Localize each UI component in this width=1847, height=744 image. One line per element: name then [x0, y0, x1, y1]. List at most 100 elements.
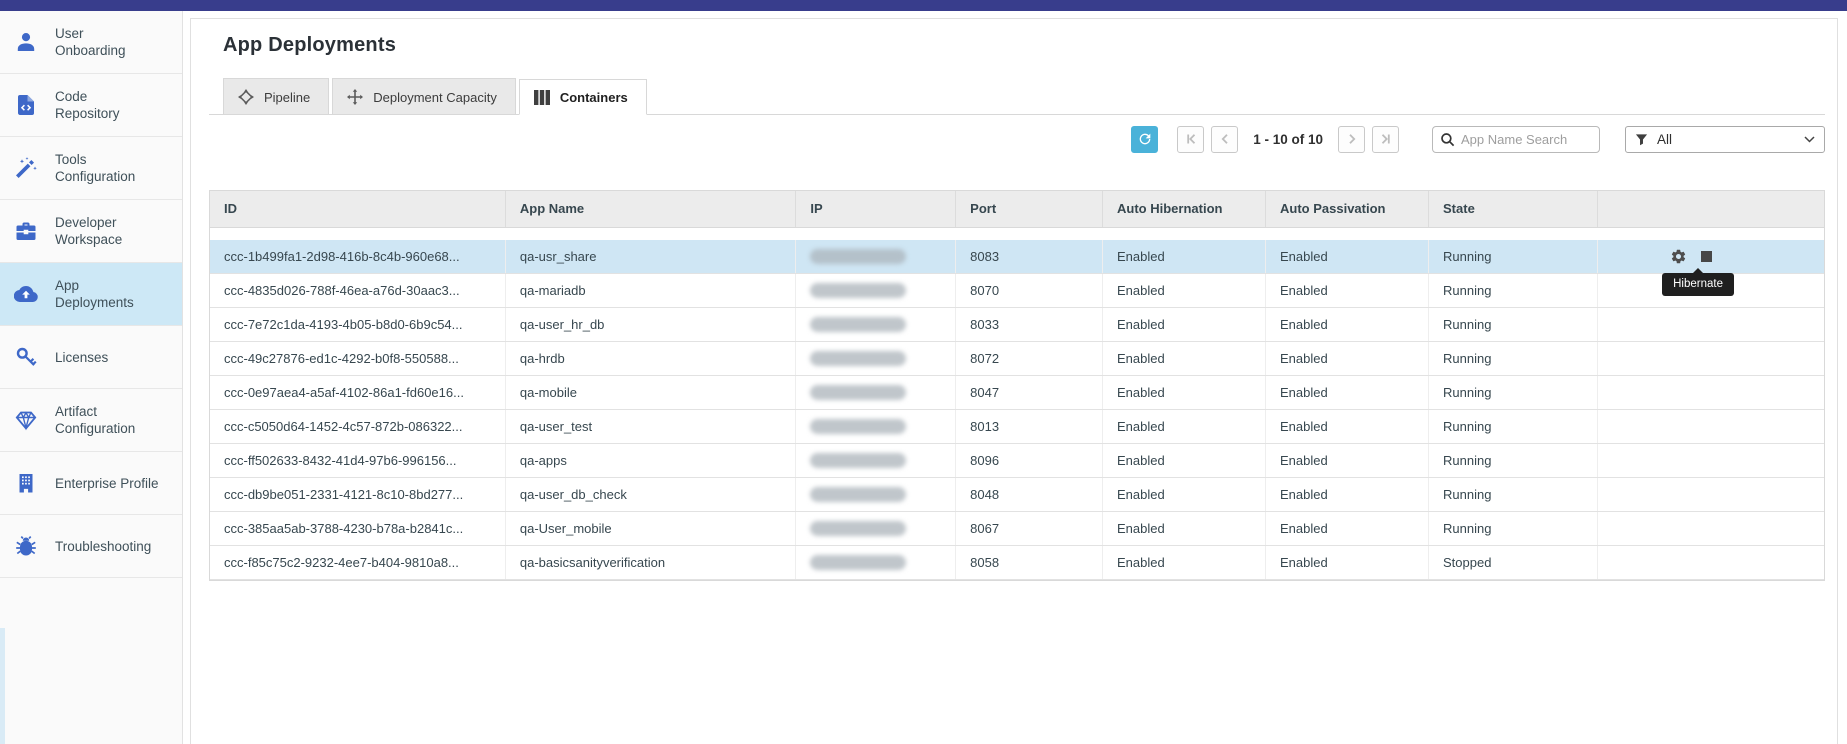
cell-id: ccc-0e97aea4-a5af-4102-86a1-fd60e16...: [210, 376, 505, 410]
cell-ip: [796, 376, 956, 410]
building-icon: [13, 470, 39, 496]
table-row[interactable]: ccc-db9be051-2331-4121-8c10-8bd277...qa-…: [210, 478, 1824, 512]
cell-id: ccc-7e72c1da-4193-4b05-b8d0-6b9c54...: [210, 308, 505, 342]
search-input[interactable]: [1432, 126, 1600, 153]
cell-port: 8067: [956, 512, 1103, 546]
cell-auto_hibernation: Enabled: [1103, 274, 1266, 308]
cell-state: Running: [1429, 308, 1598, 342]
cell-app_name: qa-user_db_check: [505, 478, 796, 512]
prev-page-button[interactable]: [1211, 126, 1238, 153]
tab-label: Pipeline: [264, 90, 310, 105]
key-icon: [13, 344, 39, 370]
sidebar-item-artifact-configuration[interactable]: Artifact Configuration: [0, 389, 182, 452]
cell-ip: [796, 478, 956, 512]
table-row[interactable]: ccc-f85c75c2-9232-4ee7-b404-9810a8...qa-…: [210, 546, 1824, 580]
cell-auto_passivation: Enabled: [1266, 444, 1429, 478]
sidebar-item-label: Artifact Configuration: [55, 403, 135, 437]
table-row[interactable]: ccc-7e72c1da-4193-4b05-b8d0-6b9c54...qa-…: [210, 308, 1824, 342]
refresh-button[interactable]: [1131, 126, 1158, 153]
sidebar-item-code-repository[interactable]: Code Repository: [0, 74, 182, 137]
table-row[interactable]: ccc-ff502633-8432-41d4-97b6-996156...qa-…: [210, 444, 1824, 478]
cell-state: Running: [1429, 274, 1598, 308]
sidebar-item-enterprise-profile[interactable]: Enterprise Profile: [0, 452, 182, 515]
table-row[interactable]: ccc-49c27876-ed1c-4292-b0f8-550588...qa-…: [210, 342, 1824, 376]
cell-actions: [1598, 410, 1824, 444]
cell-actions: [1598, 240, 1824, 274]
cell-port: 8070: [956, 274, 1103, 308]
cell-app_name: qa-user_hr_db: [505, 308, 796, 342]
magic-wand-icon: [13, 155, 39, 181]
column-header-app-name[interactable]: App Name: [505, 191, 796, 227]
column-header-state[interactable]: State: [1429, 191, 1598, 227]
first-page-button[interactable]: [1177, 126, 1204, 153]
cell-actions: [1598, 478, 1824, 512]
prev-page-icon: [1218, 132, 1232, 146]
cell-ip: [796, 512, 956, 546]
cell-auto_passivation: Enabled: [1266, 308, 1429, 342]
row-hibernate-icon[interactable]: [1701, 251, 1712, 262]
cell-actions: [1598, 342, 1824, 376]
column-header-auto-passivation[interactable]: Auto Passivation: [1266, 191, 1429, 227]
table-row[interactable]: ccc-c5050d64-1452-4c57-872b-086322...qa-…: [210, 410, 1824, 444]
app-root: User Onboarding Code Repository Tools Conf…: [0, 0, 1847, 744]
column-header-port[interactable]: Port: [956, 191, 1103, 227]
tab-containers[interactable]: Containers: [519, 79, 647, 115]
cell-ip: [796, 342, 956, 376]
next-page-icon: [1345, 132, 1359, 146]
search-icon: [1440, 132, 1455, 147]
last-page-button[interactable]: [1372, 126, 1399, 153]
main-area: App Deployments Pipeline Deployment Capa…: [184, 11, 1847, 744]
cell-auto_hibernation: Enabled: [1103, 342, 1266, 376]
sidebar-item-tools-configuration[interactable]: Tools Configuration: [0, 137, 182, 200]
cell-state: Running: [1429, 410, 1598, 444]
cell-app_name: qa-user_test: [505, 410, 796, 444]
ip-redacted: [810, 249, 906, 264]
cell-id: ccc-ff502633-8432-41d4-97b6-996156...: [210, 444, 505, 478]
cell-actions: [1598, 308, 1824, 342]
containers-table: IDApp NameIPPortAuto HibernationAuto Pas…: [209, 190, 1825, 581]
column-header-id[interactable]: ID: [210, 191, 505, 227]
filter-dropdown[interactable]: All: [1625, 126, 1825, 153]
tab-bar: Pipeline Deployment Capacity Containers: [209, 78, 1825, 115]
table-row[interactable]: ccc-1b499fa1-2d98-416b-8c4b-960e68...qa-…: [210, 240, 1824, 274]
column-header-ip[interactable]: IP: [796, 191, 956, 227]
cell-id: ccc-db9be051-2331-4121-8c10-8bd277...: [210, 478, 505, 512]
column-header-actions: [1598, 191, 1824, 227]
sidebar-item-licenses[interactable]: Licenses: [0, 326, 182, 389]
cell-auto_hibernation: Enabled: [1103, 444, 1266, 478]
cell-state: Running: [1429, 444, 1598, 478]
column-header-auto-hibernation[interactable]: Auto Hibernation: [1103, 191, 1266, 227]
cell-id: ccc-49c27876-ed1c-4292-b0f8-550588...: [210, 342, 505, 376]
table-header-gap: [210, 228, 1824, 240]
app-name-search: [1432, 126, 1600, 153]
sidebar-item-troubleshooting[interactable]: Troubleshooting: [0, 515, 182, 578]
cell-ip: [796, 240, 956, 274]
first-page-icon: [1184, 132, 1198, 146]
next-page-button[interactable]: [1338, 126, 1365, 153]
ip-redacted: [810, 453, 906, 468]
cell-auto_passivation: Enabled: [1266, 342, 1429, 376]
table-row[interactable]: ccc-385aa5ab-3788-4230-b78a-b2841c...qa-…: [210, 512, 1824, 546]
cloud-upload-icon: [13, 281, 39, 307]
ip-redacted: [810, 487, 906, 502]
cell-app_name: qa-basicsanityverification: [505, 546, 796, 580]
tab-pipeline[interactable]: Pipeline: [223, 78, 329, 114]
ip-redacted: [810, 521, 906, 536]
ip-redacted: [810, 283, 906, 298]
tab-deployment-capacity[interactable]: Deployment Capacity: [332, 78, 516, 114]
sidebar-item-label: Troubleshooting: [55, 538, 151, 555]
sidebar-item-app-deployments[interactable]: App Deployments: [0, 263, 182, 326]
row-settings-icon[interactable]: [1670, 248, 1687, 265]
cell-id: ccc-c5050d64-1452-4c57-872b-086322...: [210, 410, 505, 444]
sidebar-item-user-onboarding[interactable]: User Onboarding: [0, 11, 182, 74]
cell-auto_passivation: Enabled: [1266, 274, 1429, 308]
ip-redacted: [810, 385, 906, 400]
table-header: IDApp NameIPPortAuto HibernationAuto Pas…: [210, 191, 1824, 228]
table-row[interactable]: ccc-4835d026-788f-46ea-a76d-30aac3...qa-…: [210, 274, 1824, 308]
cell-port: 8083: [956, 240, 1103, 274]
sidebar-item-developer-workspace[interactable]: Developer Workspace: [0, 200, 182, 263]
sidebar-scrollbar[interactable]: [0, 628, 5, 744]
hibernate-tooltip: Hibernate: [1662, 273, 1734, 296]
table-row[interactable]: ccc-0e97aea4-a5af-4102-86a1-fd60e16...qa…: [210, 376, 1824, 410]
sidebar-item-label: Code Repository: [55, 88, 120, 122]
